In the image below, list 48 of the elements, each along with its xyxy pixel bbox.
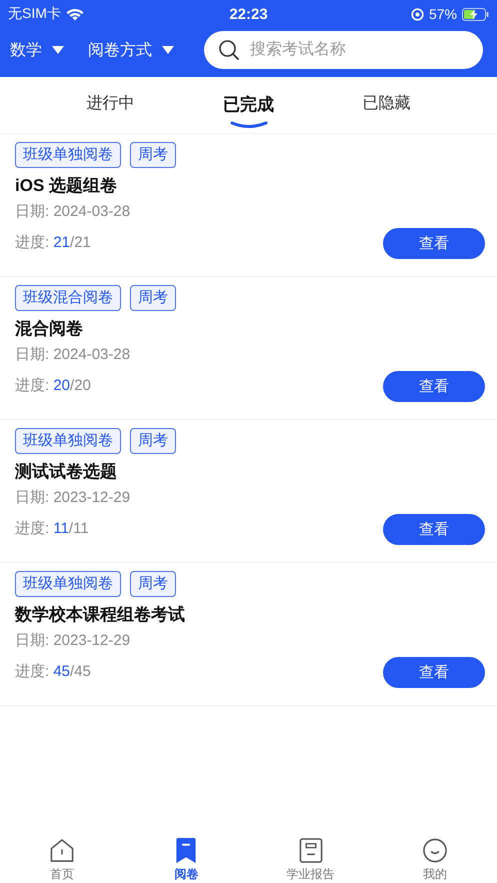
view-button[interactable]: 查看	[383, 514, 485, 545]
tab[interactable]: 进行中	[42, 77, 180, 133]
exam-tag: 班级单独阅卷	[15, 571, 121, 597]
battery-percent: 57%	[428, 6, 457, 22]
progress-text: 进度: 45/45	[15, 662, 91, 681]
exam-tag: 周考	[130, 571, 176, 597]
exam-tag: 周考	[130, 285, 176, 311]
nav-tab[interactable]: 阅卷	[124, 830, 248, 883]
nav-tab[interactable]: 首页	[0, 830, 124, 883]
caret-icon	[52, 46, 64, 54]
search-icon	[218, 39, 240, 61]
progress-text: 进度: 11/11	[15, 519, 89, 538]
clock-time: 22:23	[229, 6, 268, 22]
exam-title: 测试试卷选题	[15, 461, 118, 483]
smiley-icon	[422, 838, 448, 863]
exam-tag: 班级单独阅卷	[15, 142, 121, 168]
exam-title: 数学校本课程组卷考试	[15, 604, 186, 626]
exam-date: 日期: 2024-03-28	[15, 345, 132, 365]
tab-underline	[230, 121, 268, 129]
tab[interactable]: 已隐藏	[318, 77, 456, 133]
tab[interactable]: 已完成	[180, 77, 318, 133]
bookmark-icon	[175, 838, 198, 863]
filter-dropdown[interactable]: 阅卷方式	[88, 40, 174, 60]
exam-tag: 班级单独阅卷	[15, 428, 121, 454]
exam-tag: 周考	[130, 428, 176, 454]
document-icon	[298, 838, 323, 863]
exam-tag: 班级混合阅卷	[15, 285, 121, 311]
exam-date: 日期: 2023-12-29	[15, 488, 132, 508]
search-field[interactable]: 搜索考试名称	[204, 31, 483, 69]
progress-text: 进度: 21/21	[15, 233, 91, 252]
filter-dropdown[interactable]: 数学	[10, 40, 64, 60]
rotation-lock-icon	[410, 8, 424, 20]
view-button[interactable]: 查看	[383, 371, 485, 402]
exam-title: 混合阅卷	[15, 318, 84, 340]
view-button[interactable]: 查看	[383, 657, 485, 688]
nav-tab[interactable]: 学业报告	[248, 830, 373, 883]
wifi-icon	[66, 8, 84, 20]
progress-text: 进度: 20/20	[15, 376, 91, 395]
caret-icon	[162, 46, 174, 54]
carrier-text: 无SIM卡	[8, 5, 61, 23]
exam-date: 日期: 2023-12-29	[15, 631, 132, 651]
view-button[interactable]: 查看	[383, 228, 485, 259]
home-icon	[49, 838, 76, 863]
exam-tag: 周考	[130, 142, 176, 168]
exam-date: 日期: 2024-03-28	[15, 202, 132, 222]
exam-title: iOS 选题组卷	[15, 175, 118, 197]
battery-icon	[462, 8, 489, 20]
nav-tab[interactable]: 我的	[372, 830, 497, 883]
